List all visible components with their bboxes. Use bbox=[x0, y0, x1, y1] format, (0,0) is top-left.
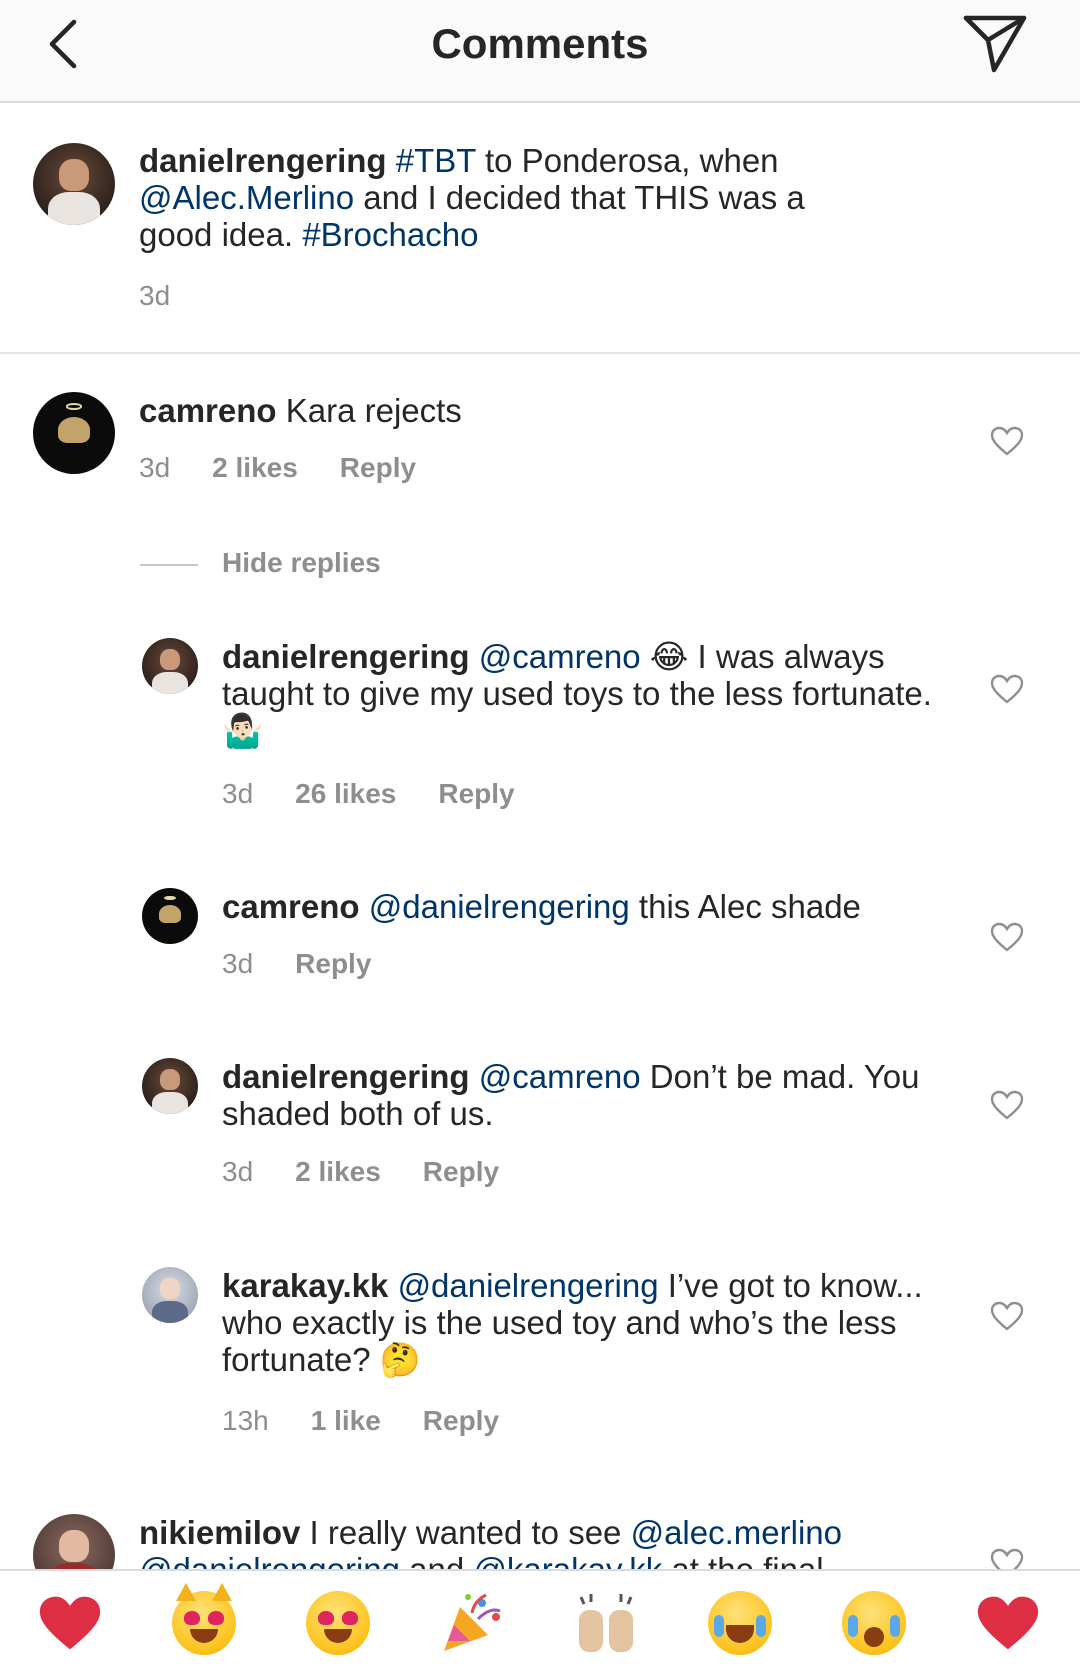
heart-eyes-emoji-icon bbox=[306, 1591, 370, 1655]
reply-username[interactable]: danielrengering bbox=[222, 1058, 470, 1095]
like-heart-icon[interactable] bbox=[990, 1090, 1024, 1120]
raising-hands-emoji-icon bbox=[579, 1594, 633, 1652]
loudly-crying-emoji-button[interactable] bbox=[836, 1585, 912, 1661]
avatar[interactable] bbox=[33, 1514, 115, 1569]
caption-username[interactable]: danielrengering bbox=[139, 142, 387, 179]
avatar[interactable] bbox=[33, 392, 115, 474]
reply-time: 3d bbox=[222, 948, 254, 979]
reply-button[interactable]: Reply bbox=[423, 1156, 499, 1188]
reply-item: danielrengering @camreno Don’t be mad. Y… bbox=[0, 1056, 1080, 1196]
comment-item: nikiemilov I really wanted to see @alec.… bbox=[0, 1512, 1080, 1569]
heart-eyes-emoji-button[interactable] bbox=[300, 1585, 376, 1661]
red-heart-emoji-icon bbox=[977, 1596, 1039, 1650]
reply-text: danielrengering @camreno Don’t be mad. Y… bbox=[222, 1058, 920, 1132]
comment-text: nikiemilov I really wanted to see @alec.… bbox=[139, 1514, 919, 1569]
divider bbox=[140, 564, 198, 566]
likes-count[interactable]: 2 likes bbox=[295, 1156, 381, 1188]
comment-username[interactable]: nikiemilov bbox=[139, 1514, 300, 1551]
reply-text: karakay.kk @danielrengering I’ve got to … bbox=[222, 1267, 923, 1378]
heart-eyes-cat-emoji-button[interactable] bbox=[166, 1583, 242, 1661]
mention-link[interactable]: @danielrengering bbox=[398, 1267, 659, 1304]
reply-text: danielrengering @camreno 😂 I was always … bbox=[222, 638, 932, 749]
header-bar: Comments bbox=[0, 0, 1080, 103]
paper-plane-icon bbox=[963, 15, 1027, 73]
hashtag-link[interactable]: #TBT bbox=[396, 142, 476, 179]
reply-time: 13h bbox=[222, 1405, 269, 1436]
reply-meta: 13h 1 like Reply bbox=[222, 1405, 541, 1437]
reply-button[interactable]: Reply bbox=[423, 1405, 499, 1437]
like-heart-icon[interactable] bbox=[990, 1301, 1024, 1331]
like-heart-icon[interactable] bbox=[990, 922, 1024, 952]
reply-button[interactable]: Reply bbox=[438, 778, 514, 810]
reply-username[interactable]: karakay.kk bbox=[222, 1267, 388, 1304]
reply-item: danielrengering @camreno 😂 I was always … bbox=[0, 636, 1080, 816]
reply-time: 3d bbox=[222, 778, 254, 809]
avatar[interactable] bbox=[33, 143, 115, 225]
reply-item: karakay.kk @danielrengering I’ve got to … bbox=[0, 1265, 1080, 1445]
like-heart-icon[interactable] bbox=[990, 1548, 1024, 1569]
like-heart-icon[interactable] bbox=[990, 674, 1024, 704]
mention-link[interactable]: @camreno bbox=[479, 1058, 641, 1095]
loudly-crying-emoji-icon bbox=[842, 1591, 906, 1655]
heart-eyes-cat-emoji-icon bbox=[172, 1583, 236, 1655]
party-popper-emoji-icon bbox=[444, 1593, 501, 1651]
comment-meta: 3d 2 likes Reply bbox=[139, 452, 458, 484]
comment-item: camreno Kara rejects 3d 2 likes Reply bbox=[0, 390, 1080, 500]
comment-text: camreno Kara rejects bbox=[139, 392, 462, 429]
reply-text: camreno @danielrengering this Alec shade bbox=[222, 888, 861, 925]
likes-count[interactable]: 1 like bbox=[311, 1405, 381, 1437]
reply-time: 3d bbox=[222, 1156, 254, 1187]
emoji-quick-bar bbox=[0, 1569, 1080, 1678]
post-caption: danielrengering #TBT to Ponderosa, when … bbox=[0, 130, 1080, 350]
tears-of-joy-emoji-button[interactable] bbox=[702, 1585, 778, 1661]
divider bbox=[0, 352, 1080, 354]
reply-button[interactable]: Reply bbox=[295, 948, 371, 980]
tears-of-joy-emoji-icon bbox=[708, 1591, 772, 1655]
caption-text: danielrengering #TBT to Ponderosa, when … bbox=[139, 142, 805, 253]
hide-replies-label: Hide replies bbox=[222, 547, 381, 578]
reply-username[interactable]: danielrengering bbox=[222, 638, 470, 675]
reply-meta: 3d 2 likes Reply bbox=[222, 1156, 541, 1188]
like-heart-icon[interactable] bbox=[990, 426, 1024, 456]
page-title: Comments bbox=[431, 20, 649, 67]
mention-link[interactable]: @Alec.Merlino bbox=[139, 179, 354, 216]
red-heart-emoji-button[interactable] bbox=[970, 1585, 1046, 1661]
reply-meta: 3d 26 likes Reply bbox=[222, 778, 557, 810]
direct-share-button[interactable] bbox=[962, 14, 1028, 74]
reply-item: camreno @danielrengering this Alec shade… bbox=[0, 886, 1080, 996]
avatar[interactable] bbox=[142, 888, 198, 944]
mention-link[interactable]: @danielrengering bbox=[139, 1551, 400, 1569]
hashtag-link[interactable]: #Brochacho bbox=[302, 216, 478, 253]
red-heart-emoji-icon bbox=[39, 1596, 101, 1650]
comment-username[interactable]: camreno bbox=[139, 392, 277, 429]
likes-count[interactable]: 2 likes bbox=[212, 452, 298, 484]
party-popper-emoji-button[interactable] bbox=[434, 1585, 510, 1661]
mention-link[interactable]: @camreno bbox=[479, 638, 641, 675]
red-heart-emoji-button[interactable] bbox=[32, 1585, 108, 1661]
mention-link[interactable]: @danielrengering bbox=[369, 888, 630, 925]
avatar[interactable] bbox=[142, 638, 198, 694]
reply-meta: 3d Reply bbox=[222, 948, 413, 980]
mention-link[interactable]: @alec.merlino bbox=[631, 1514, 842, 1551]
likes-count[interactable]: 26 likes bbox=[295, 778, 396, 810]
reply-button[interactable]: Reply bbox=[340, 452, 416, 484]
raising-hands-emoji-button[interactable] bbox=[568, 1585, 644, 1661]
avatar[interactable] bbox=[142, 1058, 198, 1114]
avatar[interactable] bbox=[142, 1267, 198, 1323]
mention-link[interactable]: @karakay.kk bbox=[473, 1551, 662, 1569]
reply-username[interactable]: camreno bbox=[222, 888, 360, 925]
caption-timestamp: 3d bbox=[139, 280, 171, 311]
comment-time: 3d bbox=[139, 452, 171, 483]
